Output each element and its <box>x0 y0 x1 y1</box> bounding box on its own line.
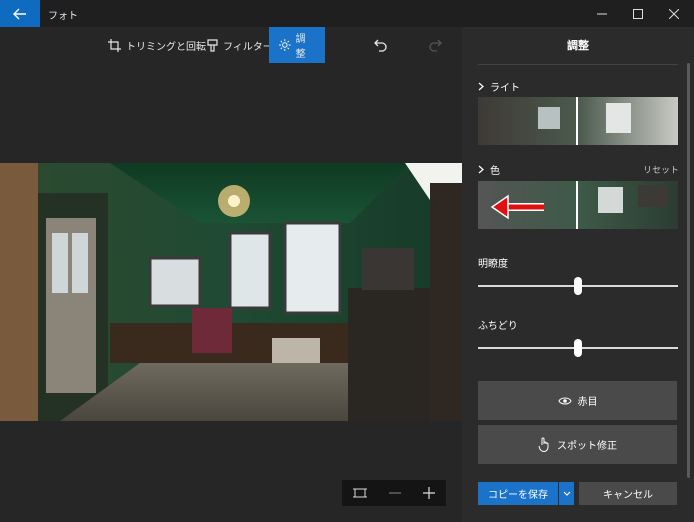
vignette-label: ふちどり <box>478 321 518 332</box>
photo-preview[interactable] <box>0 163 462 421</box>
save-options-dropdown[interactable] <box>559 482 574 505</box>
tab-filter[interactable]: フィルター <box>207 27 273 63</box>
maximize-button[interactable] <box>622 0 654 27</box>
tab-filter-label: フィルター <box>223 41 273 53</box>
redo-icon[interactable] <box>426 36 444 54</box>
tab-crop-rotate[interactable]: トリミングと回転 <box>108 27 206 63</box>
filter-icon <box>207 38 218 52</box>
zoom-out-icon[interactable] <box>389 487 401 499</box>
chevron-down-icon <box>563 491 570 496</box>
light-section-toggle[interactable]: ライト <box>478 79 520 94</box>
room-photo <box>0 163 462 421</box>
vignette-slider-thumb[interactable] <box>574 339 582 357</box>
light-section-label: ライト <box>490 83 520 94</box>
spot-fix-label: スポット修正 <box>557 441 617 452</box>
light-thumbnail-slider[interactable] <box>478 97 678 145</box>
spot-fix-button[interactable]: スポット修正 <box>478 425 677 464</box>
panel-scrollbar[interactable] <box>687 63 690 478</box>
fit-to-window-icon[interactable] <box>353 487 367 499</box>
color-section-label: 色 <box>490 166 500 177</box>
undo-icon[interactable] <box>372 36 390 54</box>
app-title: フォト <box>48 11 78 22</box>
close-button[interactable] <box>658 0 690 27</box>
zoom-controls <box>342 480 446 506</box>
zoom-in-icon[interactable] <box>423 487 435 499</box>
adjust-panel: 調整 ライト 色 リセット 明瞭度 ふちどり 赤目 スポット修正 コピーを保存 … <box>462 27 694 522</box>
clarity-label: 明瞭度 <box>478 259 508 270</box>
edit-toolbar: トリミングと回転 フィルター 調整 <box>0 27 462 63</box>
red-arrow-annotation-icon <box>490 194 544 220</box>
tab-adjust-label: 調整 <box>295 34 306 60</box>
tab-adjust[interactable]: 調整 <box>269 27 325 63</box>
crop-icon <box>108 38 121 52</box>
color-section-toggle[interactable]: 色 <box>478 162 500 177</box>
back-arrow-icon <box>13 8 26 19</box>
minimize-button[interactable] <box>586 0 618 27</box>
chevron-right-icon <box>478 165 484 174</box>
cancel-button[interactable]: キャンセル <box>579 482 677 505</box>
back-button[interactable] <box>0 0 40 27</box>
chevron-right-icon <box>478 82 484 91</box>
maximize-icon <box>633 8 643 19</box>
title-bar: フォト <box>0 0 694 27</box>
panel-divider <box>478 64 678 65</box>
clarity-slider-thumb[interactable] <box>574 277 582 295</box>
red-eye-button[interactable]: 赤目 <box>478 381 677 420</box>
tab-crop-rotate-label: トリミングと回転 <box>126 41 206 53</box>
panel-title: 調整 <box>567 39 589 52</box>
save-copy-button[interactable]: コピーを保存 <box>478 482 558 505</box>
minimize-icon <box>597 13 607 14</box>
close-icon <box>669 8 679 19</box>
touch-hand-icon <box>538 437 549 452</box>
color-reset-link[interactable]: リセット <box>643 163 679 176</box>
eye-icon <box>557 397 572 404</box>
brightness-icon <box>279 39 291 51</box>
red-eye-label: 赤目 <box>577 397 598 408</box>
